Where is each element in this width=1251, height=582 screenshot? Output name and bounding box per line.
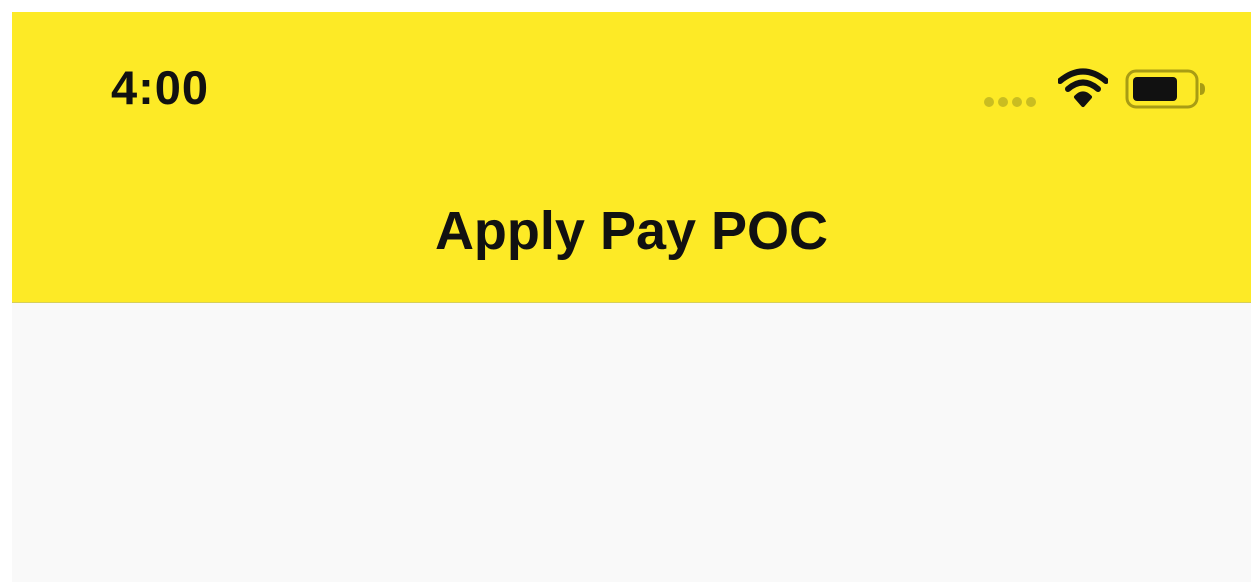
cellular-signal-dots-icon bbox=[984, 94, 1044, 107]
signal-dot bbox=[1026, 97, 1036, 107]
navigation-header: 4:00 Apply Pay POC bbox=[12, 12, 1251, 303]
signal-dot bbox=[1012, 97, 1022, 107]
status-bar: 4:00 bbox=[12, 12, 1251, 162]
nav-title: Apply Pay POC bbox=[434, 201, 829, 261]
wifi-icon bbox=[1058, 68, 1108, 107]
signal-dot bbox=[998, 97, 1008, 107]
phone-screen: 4:00 Apply Pay POC bbox=[12, 12, 1251, 582]
signal-dot bbox=[984, 97, 994, 107]
status-time: 4:00 bbox=[111, 61, 210, 114]
battery-icon bbox=[1125, 69, 1205, 109]
content-area bbox=[12, 303, 1251, 582]
